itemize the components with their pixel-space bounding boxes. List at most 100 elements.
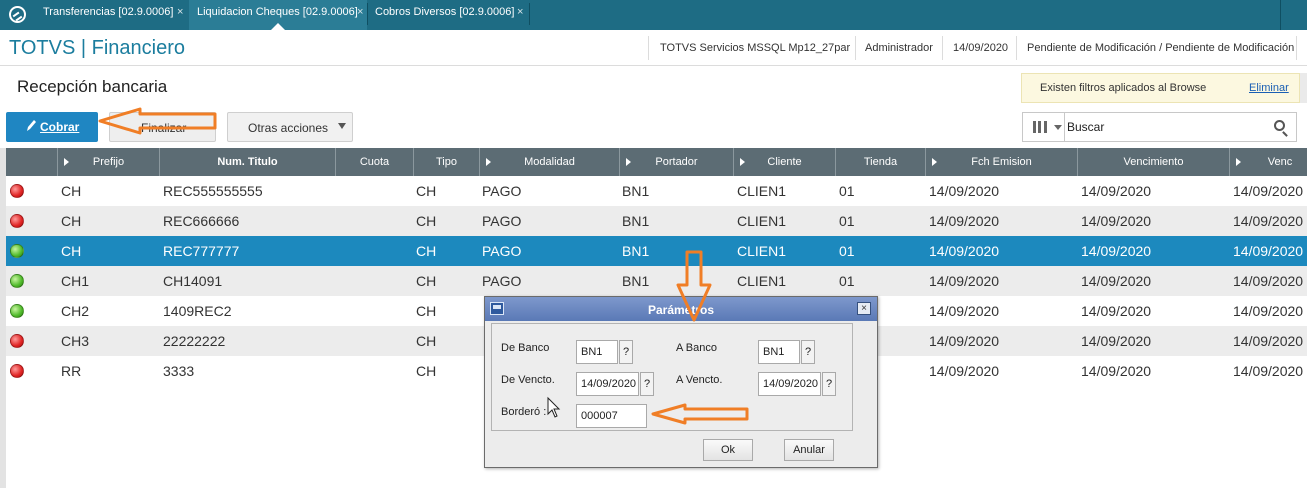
cell-tipo: CH bbox=[416, 333, 437, 349]
cobrar-button[interactable]: Cobrar bbox=[6, 112, 98, 142]
pencil-icon bbox=[26, 119, 37, 135]
a-banco-label: A Banco bbox=[676, 342, 717, 354]
sort-arrow-icon bbox=[740, 158, 745, 166]
sort-arrow-icon bbox=[626, 158, 631, 166]
a-banco-field[interactable]: BN1 bbox=[758, 340, 800, 364]
cell-tipo: CH bbox=[416, 303, 437, 319]
cell-prefijo: CH bbox=[61, 183, 82, 199]
column-header-vencimiento[interactable]: Vencimiento bbox=[1078, 148, 1230, 176]
column-selector-button[interactable] bbox=[1023, 113, 1065, 141]
search-icon[interactable] bbox=[1274, 120, 1285, 131]
cell-cliente: CLIEN1 bbox=[737, 243, 787, 259]
column-header-tipo[interactable]: Tipo bbox=[414, 148, 480, 176]
status-label: Pendiente de Modificación / Pendiente de… bbox=[1027, 42, 1295, 54]
filter-notice-text: Existen filtros aplicados al Browse bbox=[1040, 82, 1207, 94]
sort-arrow-icon bbox=[1236, 158, 1241, 166]
environment-label: TOTVS Servicios MSSQL Mp12_27par bbox=[660, 42, 851, 54]
table-row-selected[interactable]: CH REC777777 CH PAGO BN1 CLIEN1 01 14/09… bbox=[6, 236, 1307, 266]
status-red-icon bbox=[10, 184, 24, 198]
close-icon[interactable]: × bbox=[857, 302, 871, 315]
cell-tipo: CH bbox=[416, 363, 437, 379]
otras-acciones-button[interactable]: Otras acciones bbox=[227, 112, 353, 142]
tab-cobros-diversos[interactable]: Cobros Diversos [02.9.0006] × bbox=[367, 0, 529, 30]
sort-arrow-icon bbox=[932, 158, 937, 166]
header-divider bbox=[1016, 36, 1017, 60]
tab-transferencias[interactable]: Transferencias [02.9.0006] × bbox=[35, 0, 189, 30]
tab-label: Liquidacion Cheques [02.9.0006] bbox=[197, 6, 358, 18]
de-banco-field[interactable]: BN1 bbox=[576, 340, 618, 364]
cell-prefijo: CH2 bbox=[61, 303, 90, 319]
header-divider bbox=[648, 36, 649, 60]
cell-vencimiento: 14/09/2020 bbox=[1081, 243, 1152, 259]
cell-venc: 14/09/2020 bbox=[1233, 213, 1304, 229]
anular-button[interactable]: Anular bbox=[784, 439, 834, 461]
column-header-cuota[interactable]: Cuota bbox=[336, 148, 414, 176]
column-header-cliente[interactable]: Cliente bbox=[734, 148, 836, 176]
cell-prefijo: CH3 bbox=[61, 333, 90, 349]
status-green-icon bbox=[10, 304, 24, 318]
sort-arrow-icon bbox=[64, 158, 69, 166]
column-header-venc[interactable]: Venc bbox=[1230, 148, 1307, 176]
table-row[interactable]: CH REC666666 CH PAGO BN1 CLIEN1 01 14/09… bbox=[6, 206, 1307, 236]
column-header-portador[interactable]: Portador bbox=[620, 148, 734, 176]
filter-notice: Existen filtros aplicados al Browse Elim… bbox=[1021, 73, 1300, 103]
cell-portador: BN1 bbox=[622, 183, 650, 199]
cell-fch-emision: 14/09/2020 bbox=[929, 213, 1000, 229]
de-vencto-lookup-button[interactable]: ? bbox=[640, 372, 654, 396]
status-red-icon bbox=[10, 364, 24, 378]
finalizar-button-label: Finalizar bbox=[141, 121, 187, 135]
de-vencto-field[interactable]: 14/09/2020 bbox=[576, 372, 639, 396]
column-header-fch-emision[interactable]: Fch Emision bbox=[926, 148, 1078, 176]
totvs-logo-icon[interactable] bbox=[9, 6, 26, 23]
cell-tipo: CH bbox=[416, 243, 437, 259]
app-title: TOTVS | Financiero bbox=[9, 37, 185, 59]
table-row[interactable]: CH1 CH14091 CH PAGO BN1 CLIEN1 01 14/09/… bbox=[6, 266, 1307, 296]
cell-prefijo: CH bbox=[61, 243, 82, 259]
column-header-status[interactable] bbox=[6, 148, 58, 176]
dialog-title: Parámetros bbox=[647, 303, 715, 317]
column-header-modalidad[interactable]: Modalidad bbox=[480, 148, 620, 176]
columns-icon bbox=[1033, 121, 1047, 133]
column-header-tienda[interactable]: Tienda bbox=[836, 148, 926, 176]
close-icon[interactable]: × bbox=[517, 0, 523, 24]
a-vencto-lookup-button[interactable]: ? bbox=[822, 372, 836, 396]
cell-fch-emision: 14/09/2020 bbox=[929, 243, 1000, 259]
tab-bar: Transferencias [02.9.0006] × Liquidacion… bbox=[0, 0, 1307, 30]
cell-modalidad: PAGO bbox=[482, 273, 522, 289]
cell-portador: BN1 bbox=[622, 273, 650, 289]
cell-num-titulo: 22222222 bbox=[163, 333, 226, 349]
table-row[interactable]: CH REC555555555 CH PAGO BN1 CLIEN1 01 14… bbox=[6, 176, 1307, 206]
de-banco-lookup-button[interactable]: ? bbox=[619, 340, 633, 364]
close-icon[interactable]: × bbox=[357, 0, 363, 24]
cell-cliente: CLIEN1 bbox=[737, 183, 787, 199]
close-icon[interactable]: × bbox=[177, 0, 183, 24]
cell-vencimiento: 14/09/2020 bbox=[1081, 303, 1152, 319]
bordero-field[interactable]: 000007 bbox=[576, 404, 647, 428]
parametros-dialog: Parámetros × De Banco BN1 ? A Banco BN1 … bbox=[484, 296, 878, 468]
cell-cliente: CLIEN1 bbox=[737, 213, 787, 229]
a-vencto-field[interactable]: 14/09/2020 bbox=[758, 372, 821, 396]
cell-vencimiento: 14/09/2020 bbox=[1081, 363, 1152, 379]
header-scroll-indicator[interactable] bbox=[1300, 73, 1307, 103]
column-header-num-titulo[interactable]: Num. Titulo bbox=[160, 148, 336, 176]
a-banco-lookup-button[interactable]: ? bbox=[801, 340, 815, 364]
a-vencto-label: A Vencto. bbox=[676, 374, 723, 386]
cell-tipo: CH bbox=[416, 273, 437, 289]
user-label: Administrador bbox=[865, 42, 933, 54]
cell-venc: 14/09/2020 bbox=[1233, 273, 1304, 289]
search-input[interactable] bbox=[1067, 115, 1267, 139]
cell-vencimiento: 14/09/2020 bbox=[1081, 183, 1152, 199]
sort-arrow-icon bbox=[486, 158, 491, 166]
tab-liquidacion-cheques[interactable]: Liquidacion Cheques [02.9.0006] × bbox=[189, 0, 367, 30]
cell-num-titulo: 1409REC2 bbox=[163, 303, 232, 319]
header-divider bbox=[942, 36, 943, 60]
dialog-title-bar[interactable]: Parámetros × bbox=[485, 297, 877, 321]
cell-modalidad: PAGO bbox=[482, 243, 522, 259]
cell-venc: 14/09/2020 bbox=[1233, 303, 1304, 319]
remove-filter-link[interactable]: Eliminar bbox=[1249, 82, 1289, 94]
active-tab-caret-icon bbox=[271, 23, 285, 30]
cell-num-titulo: 3333 bbox=[163, 363, 195, 379]
ok-button[interactable]: Ok bbox=[703, 439, 753, 461]
column-header-prefijo[interactable]: Prefijo bbox=[58, 148, 160, 176]
finalizar-button[interactable]: Finalizar bbox=[109, 112, 216, 142]
